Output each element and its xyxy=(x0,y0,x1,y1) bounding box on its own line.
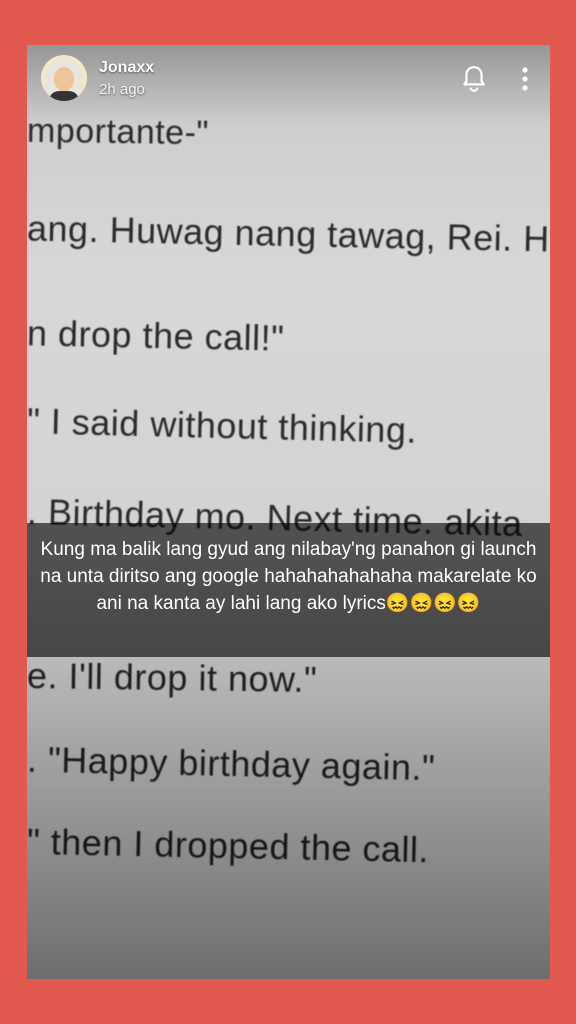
avatar[interactable] xyxy=(41,55,87,101)
photo-text-line: ang. Huwag nang tawag, Rei. H xyxy=(27,207,550,260)
timestamp: 2h ago xyxy=(99,81,145,98)
more-vertical-icon[interactable] xyxy=(515,65,535,93)
story-header: Jonaxx 2h ago xyxy=(27,45,550,125)
photo-text-line: " then I dropped the call. xyxy=(27,820,430,871)
username[interactable]: Jonaxx xyxy=(99,59,154,77)
caption-bar: Kung ma balik lang gyud ang nilabay'ng p… xyxy=(27,523,550,657)
bell-icon[interactable] xyxy=(461,65,487,93)
caption-text: Kung ma balik lang gyud ang nilabay'ng p… xyxy=(40,539,537,614)
photo-text-line: n drop the call!" xyxy=(27,312,285,359)
photo-text-line: e. I'll drop it now." xyxy=(27,654,318,701)
photo-text-line: . "Happy birthday again." xyxy=(27,738,436,789)
photo-text-line: " I said without thinking. xyxy=(27,400,418,451)
story-viewer[interactable]: mportante-" ang. Huwag nang tawag, Rei. … xyxy=(27,45,550,979)
